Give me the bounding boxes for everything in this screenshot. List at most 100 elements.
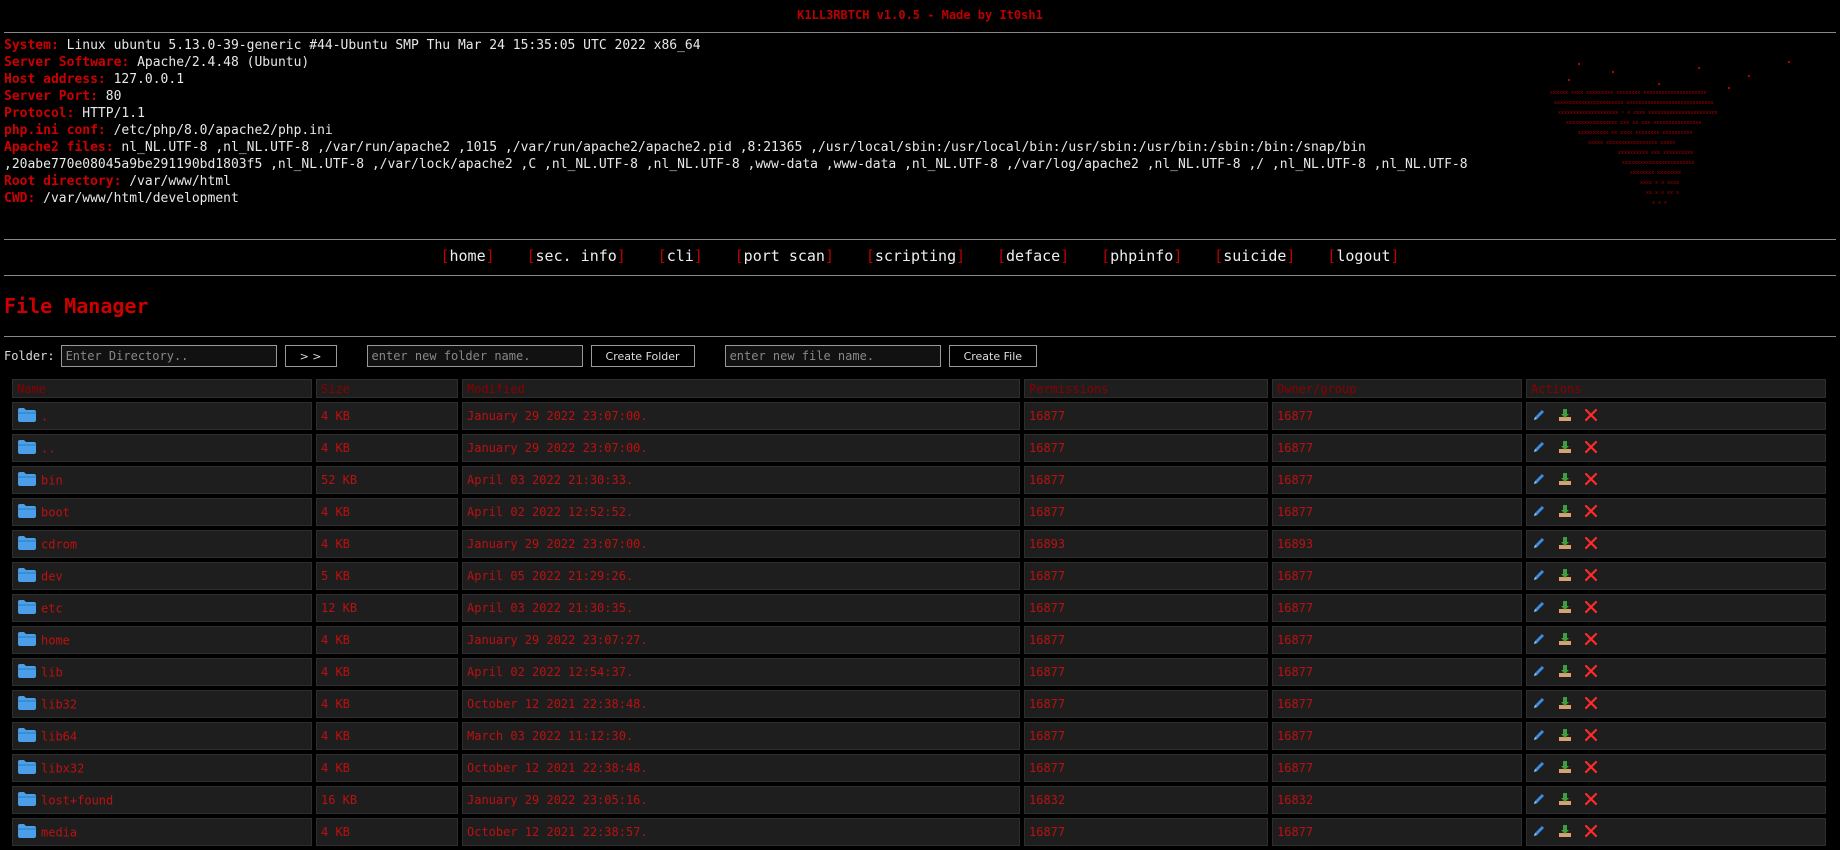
- pencil-icon[interactable]: [1531, 759, 1547, 778]
- file-name[interactable]: dev: [41, 569, 63, 583]
- download-icon[interactable]: [1557, 791, 1573, 810]
- delete-x-icon[interactable]: [1583, 791, 1599, 810]
- cell-name[interactable]: lib64: [12, 722, 312, 750]
- download-icon[interactable]: [1557, 599, 1573, 618]
- file-name[interactable]: cdrom: [41, 537, 77, 551]
- menu-link[interactable]: sec. info: [536, 247, 617, 265]
- download-icon[interactable]: [1557, 663, 1573, 682]
- menu-link[interactable]: suicide: [1223, 247, 1286, 265]
- delete-x-icon[interactable]: [1583, 471, 1599, 490]
- cell-name[interactable]: etc: [12, 594, 312, 622]
- download-icon[interactable]: [1557, 695, 1573, 714]
- menu-link[interactable]: phpinfo: [1110, 247, 1173, 265]
- pencil-icon[interactable]: [1531, 439, 1547, 458]
- pencil-icon[interactable]: [1531, 823, 1547, 842]
- menu-item-deface[interactable]: [deface]: [997, 247, 1069, 265]
- file-name[interactable]: home: [41, 633, 70, 647]
- go-button[interactable]: > >: [284, 345, 337, 367]
- file-name[interactable]: lib: [41, 665, 63, 679]
- download-icon[interactable]: [1557, 535, 1573, 554]
- column-header-permissions[interactable]: Permissions: [1024, 379, 1268, 398]
- menu-item-phpinfo[interactable]: [phpinfo]: [1101, 247, 1182, 265]
- pencil-icon[interactable]: [1531, 471, 1547, 490]
- pencil-icon[interactable]: [1531, 631, 1547, 650]
- delete-x-icon[interactable]: [1583, 631, 1599, 650]
- download-icon[interactable]: [1557, 439, 1573, 458]
- download-icon[interactable]: [1557, 503, 1573, 522]
- column-header-size[interactable]: Size: [316, 379, 458, 398]
- cell-name[interactable]: cdrom: [12, 530, 312, 558]
- new-file-input[interactable]: [724, 345, 941, 367]
- pencil-icon[interactable]: [1531, 727, 1547, 746]
- delete-x-icon[interactable]: [1583, 695, 1599, 714]
- file-name[interactable]: lib32: [41, 697, 77, 711]
- pencil-icon[interactable]: [1531, 791, 1547, 810]
- cell-owner: 16877: [1272, 690, 1522, 718]
- menu-link[interactable]: logout: [1336, 247, 1390, 265]
- cell-name[interactable]: home: [12, 626, 312, 654]
- delete-x-icon[interactable]: [1583, 599, 1599, 618]
- download-icon[interactable]: [1557, 567, 1573, 586]
- menu-item-cli[interactable]: [cli]: [658, 247, 703, 265]
- menu-link[interactable]: cli: [667, 247, 694, 265]
- delete-x-icon[interactable]: [1583, 407, 1599, 426]
- file-name[interactable]: libx32: [41, 761, 84, 775]
- file-name[interactable]: .: [41, 409, 48, 423]
- pencil-icon[interactable]: [1531, 599, 1547, 618]
- menu-item-scripting[interactable]: [scripting]: [866, 247, 965, 265]
- pencil-icon[interactable]: [1531, 503, 1547, 522]
- download-icon[interactable]: [1557, 407, 1573, 426]
- delete-x-icon[interactable]: [1583, 823, 1599, 842]
- delete-x-icon[interactable]: [1583, 727, 1599, 746]
- menu-link[interactable]: port scan: [744, 247, 825, 265]
- cell-name[interactable]: libx32: [12, 754, 312, 782]
- download-icon[interactable]: [1557, 727, 1573, 746]
- cell-name[interactable]: media: [12, 818, 312, 846]
- file-name[interactable]: bin: [41, 473, 63, 487]
- menu-item-port-scan[interactable]: [port scan]: [735, 247, 834, 265]
- menu-item-suicide[interactable]: [suicide]: [1214, 247, 1295, 265]
- pencil-icon[interactable]: [1531, 535, 1547, 554]
- file-name[interactable]: media: [41, 825, 77, 839]
- column-header-modified[interactable]: Modified: [462, 379, 1020, 398]
- directory-input[interactable]: [60, 345, 277, 367]
- delete-x-icon[interactable]: [1583, 535, 1599, 554]
- pencil-icon[interactable]: [1531, 663, 1547, 682]
- create-folder-button[interactable]: Create Folder: [590, 345, 695, 367]
- menu-link[interactable]: home: [450, 247, 486, 265]
- column-header-name[interactable]: Name: [12, 379, 312, 398]
- file-name[interactable]: lib64: [41, 729, 77, 743]
- menu-link[interactable]: scripting: [875, 247, 956, 265]
- download-icon[interactable]: [1557, 631, 1573, 650]
- cell-name[interactable]: dev: [12, 562, 312, 590]
- column-header-owner[interactable]: Owner/group: [1272, 379, 1522, 398]
- menu-item-home[interactable]: [home]: [440, 247, 494, 265]
- pencil-icon[interactable]: [1531, 695, 1547, 714]
- cell-name[interactable]: lost+found: [12, 786, 312, 814]
- file-name[interactable]: ..: [41, 441, 55, 455]
- pencil-icon[interactable]: [1531, 567, 1547, 586]
- cell-name[interactable]: boot: [12, 498, 312, 526]
- download-icon[interactable]: [1557, 759, 1573, 778]
- cell-name[interactable]: lib32: [12, 690, 312, 718]
- download-icon[interactable]: [1557, 823, 1573, 842]
- cell-name[interactable]: bin: [12, 466, 312, 494]
- delete-x-icon[interactable]: [1583, 503, 1599, 522]
- file-name[interactable]: boot: [41, 505, 70, 519]
- pencil-icon[interactable]: [1531, 407, 1547, 426]
- delete-x-icon[interactable]: [1583, 439, 1599, 458]
- new-folder-input[interactable]: [366, 345, 583, 367]
- create-file-button[interactable]: Create File: [948, 345, 1038, 367]
- delete-x-icon[interactable]: [1583, 663, 1599, 682]
- cell-name[interactable]: .: [12, 402, 312, 430]
- file-name[interactable]: etc: [41, 601, 63, 615]
- download-icon[interactable]: [1557, 471, 1573, 490]
- menu-link[interactable]: deface: [1006, 247, 1060, 265]
- cell-name[interactable]: ..: [12, 434, 312, 462]
- cell-name[interactable]: lib: [12, 658, 312, 686]
- file-name[interactable]: lost+found: [41, 793, 113, 807]
- menu-item-sec-info[interactable]: [sec. info]: [526, 247, 625, 265]
- menu-item-logout[interactable]: [logout]: [1327, 247, 1399, 265]
- delete-x-icon[interactable]: [1583, 759, 1599, 778]
- delete-x-icon[interactable]: [1583, 567, 1599, 586]
